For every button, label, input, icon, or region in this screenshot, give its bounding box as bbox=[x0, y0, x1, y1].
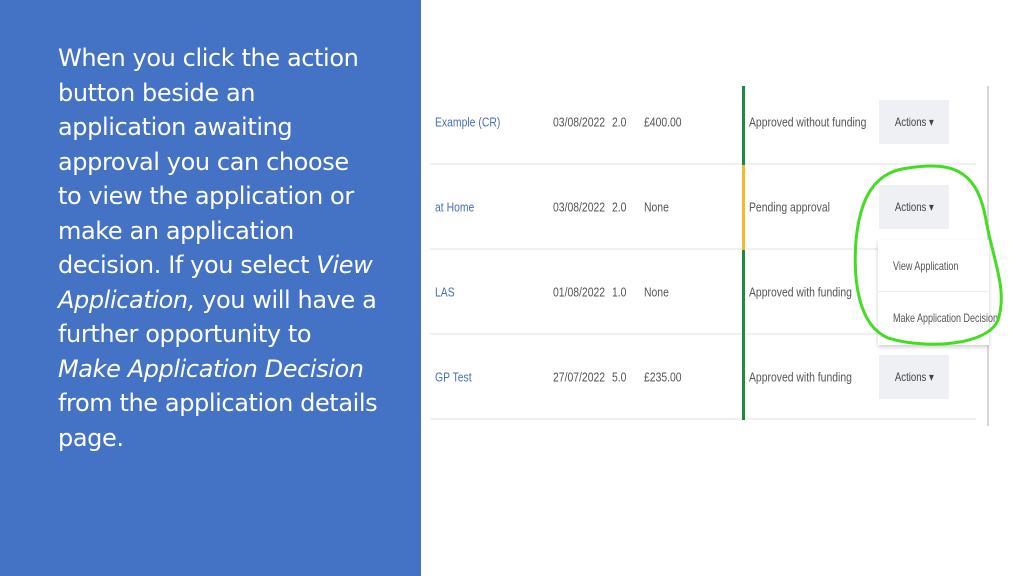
status-text: Pending approval bbox=[749, 199, 830, 214]
amount: £400.00 bbox=[644, 114, 682, 129]
text-panel: When you click the action button beside … bbox=[0, 0, 421, 576]
amount: None bbox=[644, 284, 669, 299]
status-indicator bbox=[742, 335, 745, 420]
amount: None bbox=[644, 199, 669, 214]
instruction-text: When you click the action button beside … bbox=[58, 41, 378, 455]
status-indicator bbox=[742, 165, 745, 250]
application-name-link[interactable]: Example (CR) bbox=[435, 114, 500, 129]
text-segment: When you click the action button beside … bbox=[58, 44, 359, 279]
quantity: 1.0 bbox=[612, 284, 627, 299]
application-name-link[interactable]: LAS bbox=[435, 284, 455, 299]
application-name-link[interactable]: GP Test bbox=[435, 369, 472, 384]
quantity: 2.0 bbox=[612, 114, 627, 129]
status-text: Approved with funding bbox=[749, 369, 852, 384]
text-italic: Make Application Decision bbox=[58, 354, 364, 383]
amount: £235.00 bbox=[644, 369, 682, 384]
quantity: 5.0 bbox=[612, 369, 627, 384]
date: 27/07/2022 bbox=[553, 369, 606, 384]
quantity: 2.0 bbox=[612, 199, 627, 214]
actions-label: Actions ▾ bbox=[894, 114, 934, 129]
status-text: Approved with funding bbox=[749, 284, 852, 299]
status-indicator bbox=[742, 86, 745, 165]
date: 03/08/2022 bbox=[553, 199, 606, 214]
highlight-circle bbox=[853, 164, 1003, 346]
date: 03/08/2022 bbox=[553, 114, 606, 129]
actions-label: Actions ▾ bbox=[894, 369, 934, 384]
actions-button[interactable]: Actions ▾ bbox=[879, 99, 949, 144]
status-indicator bbox=[742, 250, 745, 335]
application-name-link[interactable]: at Home bbox=[435, 199, 474, 214]
text-segment: from the application details page. bbox=[58, 389, 378, 452]
actions-button[interactable]: Actions ▾ bbox=[879, 354, 949, 399]
table-row: Example (CR) 03/08/2022 2.0 £400.00 Appr… bbox=[430, 80, 976, 165]
status-text: Approved without funding bbox=[749, 114, 867, 129]
date: 01/08/2022 bbox=[553, 284, 606, 299]
